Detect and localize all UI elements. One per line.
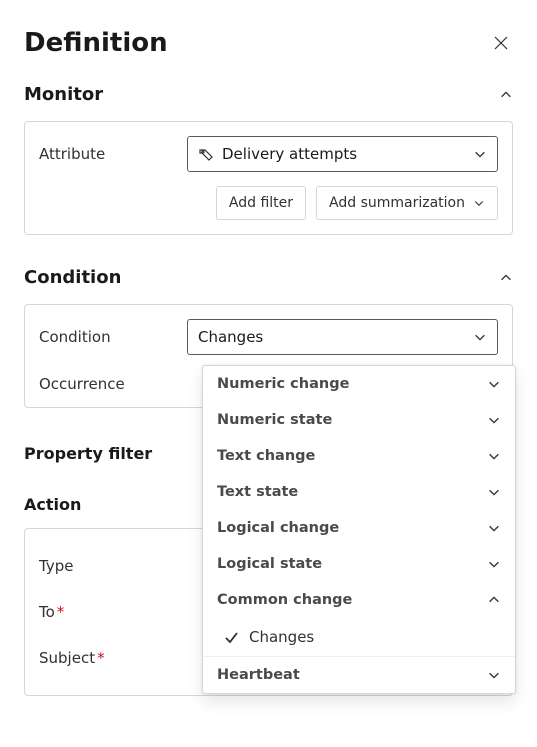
condition-section-header[interactable]: Condition [0, 257, 537, 304]
dropdown-group[interactable]: Logical change [203, 510, 515, 546]
attribute-value: Delivery attempts [222, 145, 357, 163]
monitor-section-header[interactable]: Monitor [0, 74, 537, 121]
panel-header: Definition [0, 0, 537, 74]
monitor-buttons: Add filter Add summarization [39, 186, 498, 220]
chevron-up-icon [499, 88, 513, 102]
add-filter-label: Add filter [229, 195, 293, 211]
chevron-down-icon [487, 449, 501, 463]
chevron-down-icon [473, 330, 487, 344]
chevron-down-icon [473, 147, 487, 161]
condition-value: Changes [198, 328, 263, 346]
panel-title: Definition [24, 28, 168, 58]
dropdown-group[interactable]: Text state [203, 474, 515, 510]
dropdown-group[interactable]: Common change [203, 582, 515, 618]
chevron-down-icon [473, 197, 485, 209]
chevron-up-icon [487, 593, 501, 607]
chevron-down-icon [487, 485, 501, 499]
close-button[interactable] [489, 31, 513, 55]
add-summarization-label: Add summarization [329, 195, 465, 211]
condition-heading: Condition [24, 267, 121, 288]
dropdown-group[interactable]: Text change [203, 438, 515, 474]
occurrence-label: Occurrence [39, 375, 187, 393]
required-asterisk: * [57, 603, 65, 621]
add-summarization-button[interactable]: Add summarization [316, 186, 498, 220]
attribute-select[interactable]: Delivery attempts [187, 136, 498, 172]
check-icon [223, 629, 239, 645]
action-heading: Action [24, 495, 81, 514]
add-filter-button[interactable]: Add filter [216, 186, 306, 220]
dropdown-group[interactable]: Heartbeat [203, 657, 515, 693]
chevron-up-icon [499, 271, 513, 285]
close-icon [493, 35, 509, 51]
dropdown-group[interactable]: Logical state [203, 546, 515, 582]
condition-dropdown: Numeric changeNumeric stateText changeTe… [202, 365, 516, 694]
condition-row: Condition Changes [39, 319, 498, 355]
dropdown-group[interactable]: Numeric change [203, 366, 515, 402]
condition-select[interactable]: Changes [187, 319, 498, 355]
tag-icon [198, 146, 214, 162]
dropdown-item[interactable]: Changes [203, 618, 515, 656]
chevron-down-icon [487, 557, 501, 571]
chevron-down-icon [487, 413, 501, 427]
chevron-down-icon [487, 668, 501, 682]
monitor-section-body: Attribute Delivery attempts Add filter A… [24, 121, 513, 235]
attribute-row: Attribute Delivery attempts [39, 136, 498, 172]
monitor-heading: Monitor [24, 84, 103, 105]
dropdown-group[interactable]: Numeric state [203, 402, 515, 438]
property-filter-heading: Property filter [24, 444, 152, 463]
attribute-label: Attribute [39, 145, 187, 163]
required-asterisk: * [97, 649, 105, 667]
chevron-down-icon [487, 377, 501, 391]
condition-label: Condition [39, 328, 187, 346]
chevron-down-icon [487, 521, 501, 535]
